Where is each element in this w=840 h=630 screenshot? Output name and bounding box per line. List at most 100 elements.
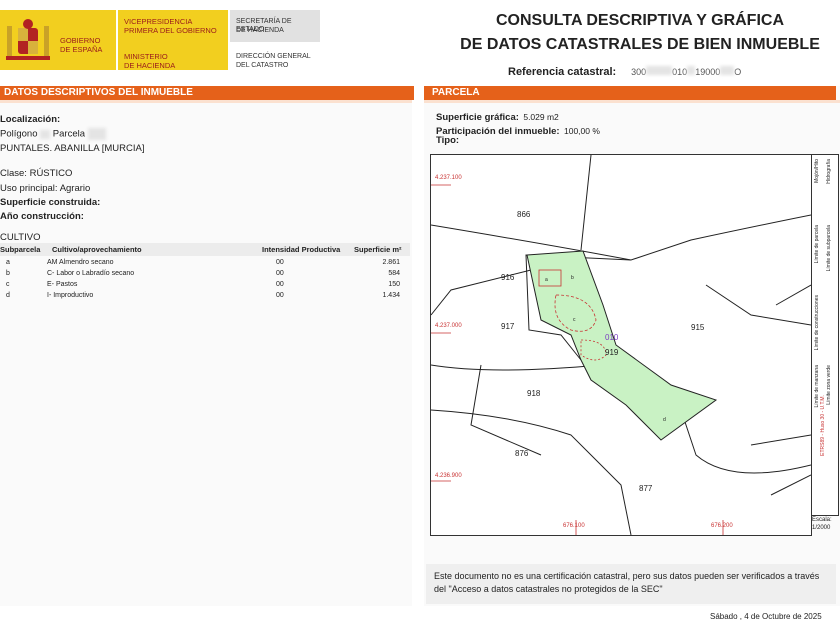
gov-logo-block: GOBIERNO DE ESPAÑA — [0, 10, 116, 70]
coord-y1: 4.237.100 — [435, 175, 462, 181]
tipo-label: Tipo: — [436, 135, 460, 146]
reference-redaction — [720, 66, 735, 76]
secretariat-block: SECRETARÍA DE ESTADO DE HACIENDA — [230, 10, 320, 42]
plot-number[interactable]: 916 — [501, 273, 514, 282]
uso-value: Agrario — [59, 183, 91, 194]
plot-number[interactable]: 876 — [515, 449, 528, 458]
table-cell: 1.434 — [382, 292, 400, 299]
table-cell: 2.861 — [382, 259, 400, 266]
scale-value: 1/2000 — [812, 525, 831, 531]
clase-label: Clase: — [0, 168, 27, 179]
clase-value: RÚSTICO — [29, 168, 73, 179]
reference-mid: 010 — [672, 67, 688, 77]
plot-number[interactable]: 915 — [691, 323, 704, 332]
poligono-row: Polígono Parcela — [0, 128, 106, 140]
vice-line2: PRIMERA DEL GOBIERNO — [124, 26, 217, 35]
reference-redaction — [687, 66, 696, 76]
parcel-boundary — [750, 434, 812, 446]
subparcel-label: b — [571, 275, 574, 281]
parcel-boundary — [470, 364, 542, 456]
document-date: Sábado , 4 de Octubre de 2025 — [710, 612, 822, 621]
clase-row: Clase: RÚSTICO — [0, 168, 72, 179]
parcel-boundary — [775, 284, 812, 306]
min-line1: MINISTERIO — [124, 52, 168, 61]
address-text: PUNTALES. ABANILLA [MURCIA] — [0, 143, 145, 154]
left-section-title: DATOS DESCRIPTIVOS DEL INMUEBLE — [0, 86, 414, 100]
cultivo-header-row: Subparcela Cultivo/aprovechamiento Inten… — [0, 243, 410, 256]
legend-item: Límite zona verde — [826, 365, 832, 405]
dir-line2: DEL CATASTRO — [236, 62, 289, 69]
coord-y3: 4.236.900 — [435, 473, 462, 479]
table-row: a AM Almendro secano 00 2.861 — [0, 259, 410, 270]
table-row: d I- Improductivo 00 1.434 — [0, 292, 410, 303]
plot-number[interactable]: 917 — [501, 322, 514, 331]
reference-row: Referencia catastral: 300 010 19000 O — [508, 62, 742, 78]
table-cell: C- Labor o Labradío secano — [47, 270, 135, 277]
reference-redaction — [646, 66, 673, 76]
cultivo-header: Intensidad Productiva — [262, 245, 341, 254]
uso-row: Uso principal: Agrario — [0, 183, 90, 194]
plot-number[interactable]: 866 — [517, 210, 530, 219]
min-line2: DE HACIENDA — [124, 61, 176, 70]
parcel-boundary — [430, 269, 532, 316]
table-cell: 150 — [388, 281, 400, 288]
legend-item: ETRS89 - Huso 30 - U.T.M. — [820, 395, 826, 456]
table-cell: 584 — [388, 270, 400, 277]
subparcel-label: a — [545, 277, 548, 283]
legend-item: Mojón/Hito — [814, 159, 820, 183]
table-row: b C- Labor o Labradío secano 00 584 — [0, 270, 410, 281]
highlighted-parcel — [526, 250, 718, 441]
parcel-boundary — [770, 474, 812, 496]
plot-number[interactable]: 918 — [527, 389, 540, 398]
ministry-block: VICEPRESIDENCIA PRIMERA DEL GOBIERNO MIN… — [118, 10, 228, 70]
coord-y2: 4.237.000 — [435, 323, 462, 329]
parcela-redaction — [87, 128, 106, 140]
anio-construccion-label: Año construcción: — [0, 211, 84, 222]
cultivo-header: Cultivo/aprovechamiento — [52, 245, 142, 254]
table-cell: a — [6, 259, 10, 266]
table-cell: c — [6, 281, 10, 288]
map-canvas — [430, 154, 812, 536]
poligono-label: Polígono — [0, 128, 38, 140]
reference-mid2: 19000 — [695, 67, 721, 77]
table-cell: 00 — [276, 270, 284, 277]
legend-item: Límite de construcciones — [814, 295, 820, 351]
sec-line2: DE HACIENDA — [236, 27, 284, 34]
localizacion-label: Localización: — [0, 114, 61, 125]
parcela-label: Parcela — [52, 128, 86, 140]
table-cell: I- Improductivo — [47, 292, 94, 299]
plot-number[interactable]: 877 — [639, 484, 652, 493]
table-cell: b — [6, 270, 10, 277]
legend-item: Límite de parcela — [814, 225, 820, 264]
parcel-boundary — [430, 214, 812, 261]
map-scale: Escala: 1/2000 — [812, 516, 838, 534]
dir-line1: DIRECCIÓN GENERAL — [236, 53, 311, 60]
disclaimer-notice: Este documento no es una certificación c… — [426, 564, 836, 604]
direction-block: DIRECCIÓN GENERAL DEL CATASTRO — [230, 44, 320, 70]
poligono-redaction — [40, 129, 51, 139]
parcel-boundary — [580, 154, 592, 251]
reference-suffix: O — [734, 67, 742, 77]
participacion-row: Participación del inmueble: 100,00 % — [436, 121, 600, 139]
scale-label: Escala: — [812, 517, 832, 523]
left-panel-bg — [0, 86, 412, 606]
uso-label: Uso principal: — [0, 183, 58, 194]
table-cell: AM Almendro secano — [47, 259, 114, 266]
plot-number[interactable]: 010 — [605, 333, 618, 342]
map-legend: Mojón/Hito Hidrografía Límite de parcela… — [812, 154, 839, 516]
coat-of-arms-icon — [6, 19, 50, 60]
plot-number[interactable]: 919 — [605, 348, 618, 357]
superficie-construida-label: Superficie construida: — [0, 197, 101, 208]
subparcel-label: c — [573, 317, 576, 323]
coord-x1: 676.100 — [563, 523, 585, 529]
table-cell: 00 — [276, 281, 284, 288]
cadastral-map[interactable]: 4.237.100 4.237.000 4.236.900 676.100 67… — [430, 154, 812, 536]
legend-item: Límite de subparcela — [826, 225, 832, 272]
table-cell: 00 — [276, 259, 284, 266]
parcel-boundary — [705, 284, 812, 326]
table-cell: E- Pastos — [47, 281, 78, 288]
gov-line2: DE ESPAÑA — [60, 45, 103, 54]
table-cell: 00 — [276, 292, 284, 299]
page-title-line2: DE DATOS CATASTRALES DE BIEN INMUEBLE — [460, 36, 820, 53]
cultivo-title: CULTIVO — [0, 232, 41, 243]
